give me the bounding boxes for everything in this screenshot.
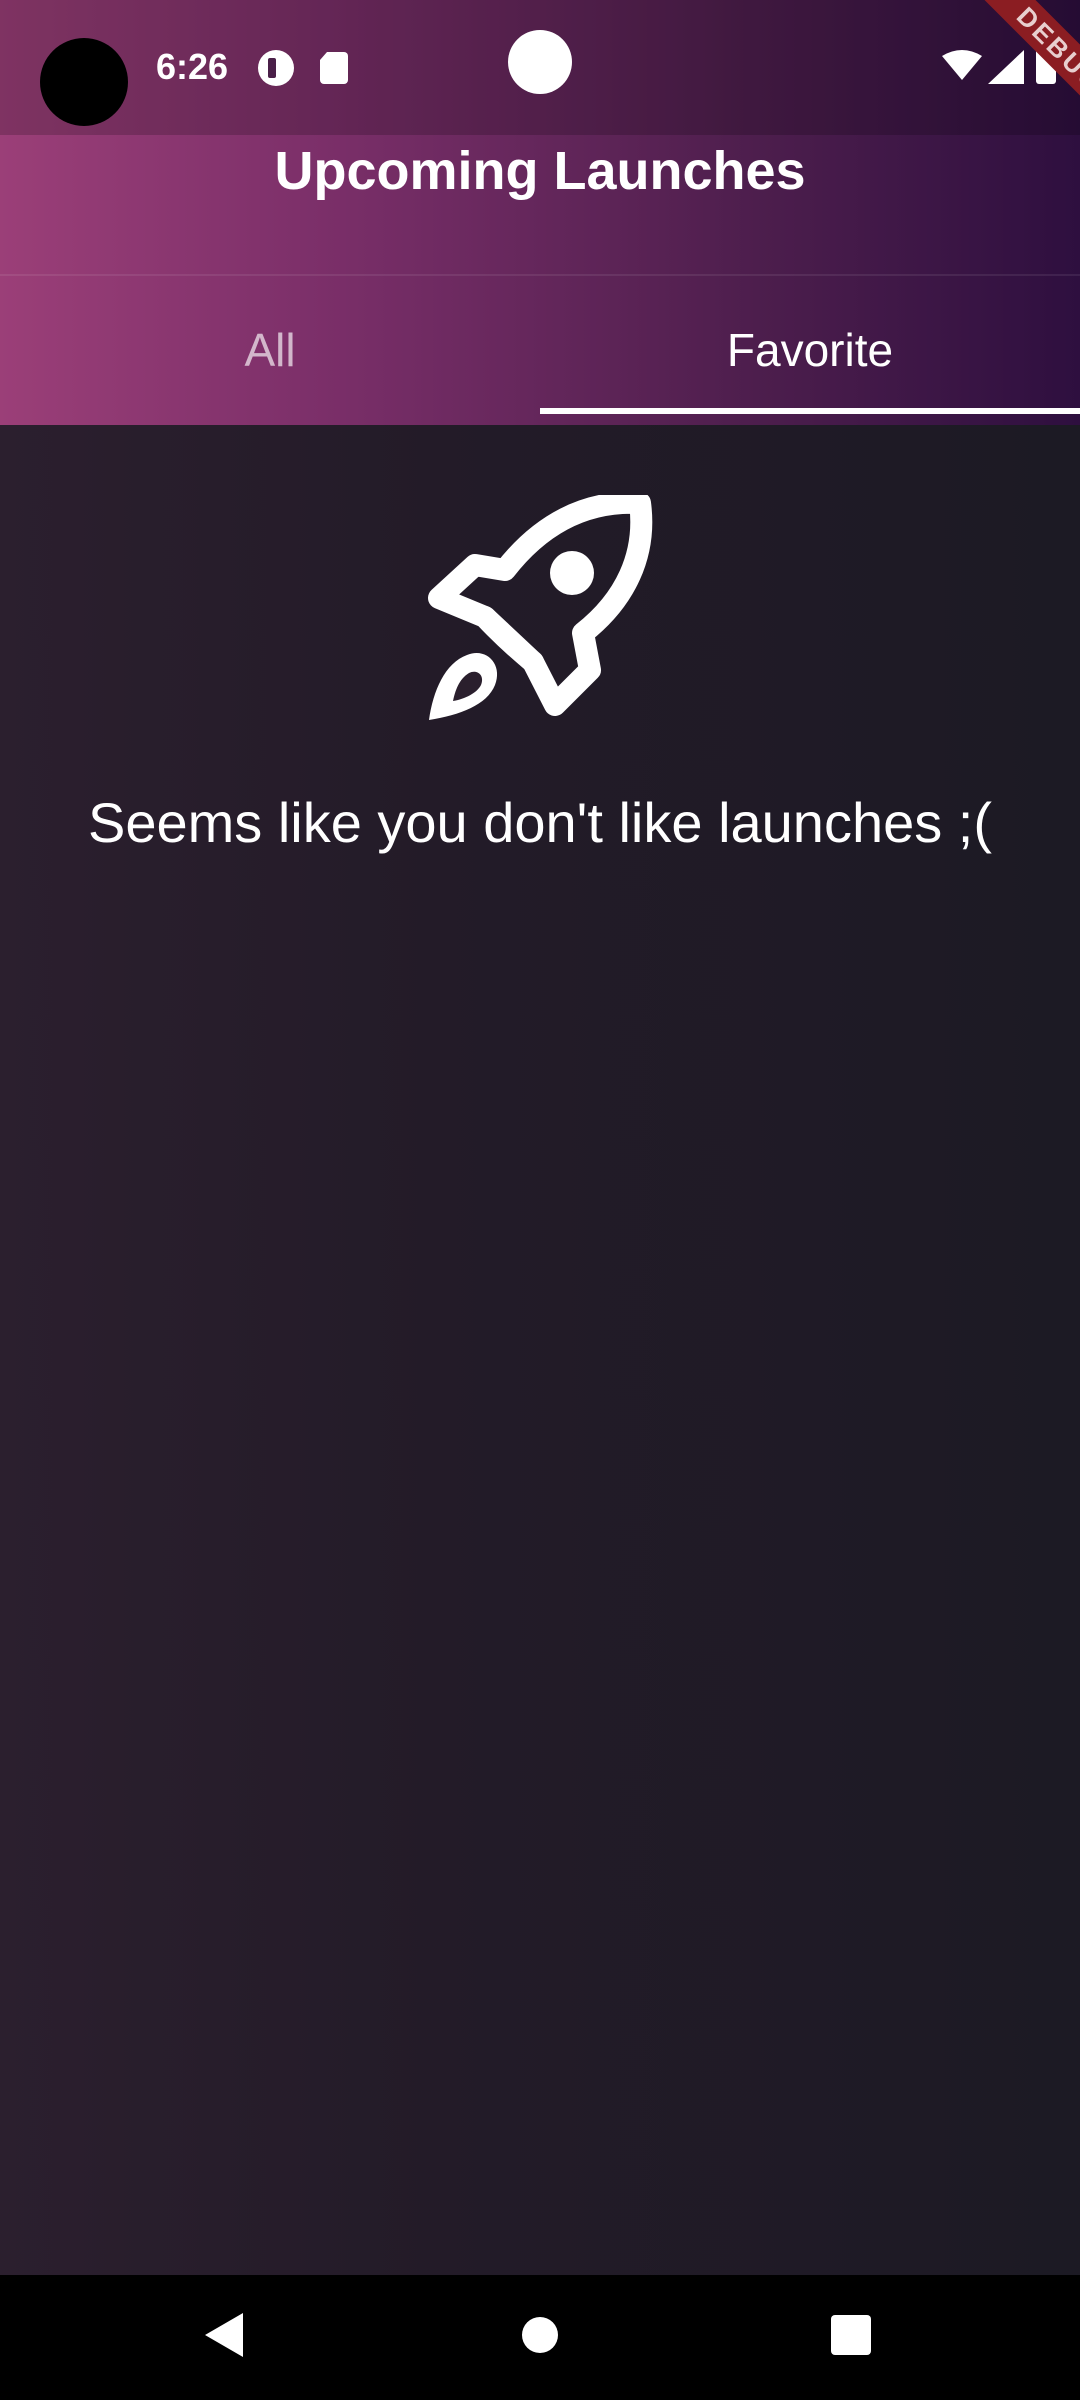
tab-favorite[interactable]: Favorite: [540, 276, 1080, 424]
status-bar: 6:26: [0, 0, 1080, 135]
sd-card-icon: [320, 52, 348, 84]
wifi-icon: [942, 50, 982, 80]
tab-all[interactable]: All: [0, 276, 540, 424]
back-icon[interactable]: [205, 2313, 243, 2357]
front-camera-punch-hole: [508, 30, 572, 94]
page-title: Upcoming Launches: [274, 141, 806, 201]
tab-selected-indicator: [540, 408, 1080, 414]
camera-cutout: [40, 38, 128, 126]
rocket-icon: [428, 495, 653, 720]
tab-favorite-label: Favorite: [726, 324, 894, 376]
tab-all-label: All: [244, 324, 296, 376]
recents-icon[interactable]: [831, 2315, 871, 2355]
home-icon[interactable]: [522, 2317, 558, 2353]
signal-icon: [988, 50, 1024, 84]
app-notification-icon: [258, 50, 294, 86]
empty-state-message: Seems like you don't like launches ;(: [87, 791, 993, 854]
status-time: 6:26: [156, 46, 229, 87]
